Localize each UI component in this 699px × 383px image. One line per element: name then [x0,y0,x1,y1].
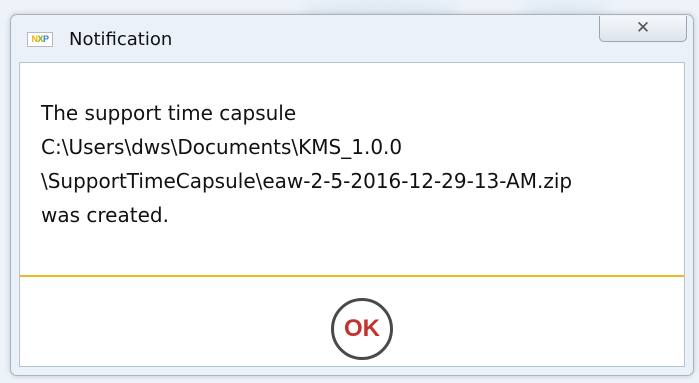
message-line: \SupportTimeCapsule\eaw-2-5-2016-12-29-1… [41,169,573,193]
close-icon: ✕ [635,18,651,38]
close-button[interactable]: ✕ [599,16,687,42]
window-title: Notification [69,29,173,50]
message-line: C:\Users\dws\Documents\KMS_1.0.0 [41,135,403,159]
message-text: The support time capsule C:\Users\dws\Do… [41,96,572,232]
message-line: The support time capsule [41,101,297,125]
ok-button[interactable]: OK [331,298,393,360]
dialog-body: The support time capsule C:\Users\dws\Do… [19,62,685,367]
notification-dialog: NXP Notification ✕ The support time caps… [10,14,694,376]
divider [20,275,684,277]
message-line: was created. [41,203,169,227]
app-logo-icon: NXP [27,32,53,47]
title-bar[interactable]: NXP Notification ✕ [11,15,693,57]
